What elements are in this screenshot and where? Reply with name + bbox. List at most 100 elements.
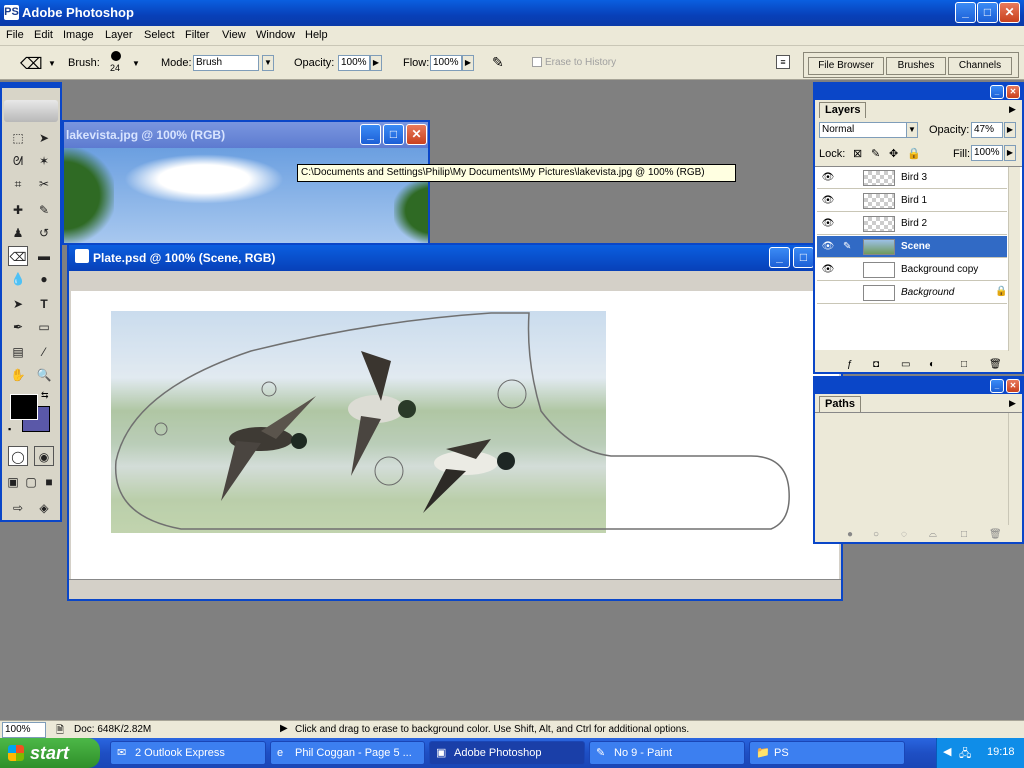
hand-tool-icon[interactable]: ✋	[8, 365, 28, 385]
mode-select[interactable]: Brush	[193, 55, 259, 71]
task-phil-coggan-page[interactable]: e Phil Coggan - Page 5 ...	[270, 741, 425, 765]
flow-input[interactable]: 100%	[430, 55, 462, 71]
imageready-icon[interactable]: ◈	[34, 498, 54, 518]
pen-tool-icon[interactable]: ✒	[8, 317, 28, 337]
blend-mode-dropdown-icon[interactable]: ▼	[906, 122, 918, 138]
layers-menu-arrow-icon[interactable]: ▶	[1009, 104, 1016, 115]
plate-canvas[interactable]	[71, 291, 839, 579]
visibility-eye-icon[interactable]: 👁	[821, 195, 835, 207]
layer-row-background[interactable]: Background 🔒	[817, 282, 1007, 304]
marquee-tool-icon[interactable]: ⬚	[8, 128, 28, 148]
layer-row-scene[interactable]: 👁 ✎ Scene	[817, 236, 1007, 258]
info-arrow-icon[interactable]: ▶	[280, 723, 288, 734]
screen-mode-standard-icon[interactable]: ▣	[4, 472, 22, 492]
path-selection-tool-icon[interactable]: ➤	[8, 294, 28, 314]
menu-filter[interactable]: Filter	[185, 29, 209, 41]
healing-brush-tool-icon[interactable]: ✚	[8, 200, 28, 220]
layer-style-icon[interactable]: ƒ	[847, 359, 853, 370]
paths-scrollbar[interactable]	[1008, 413, 1020, 525]
fill-arrow-icon[interactable]: ▶	[1004, 145, 1016, 161]
task-outlook-express[interactable]: ✉ 2 Outlook Express	[110, 741, 266, 765]
lasso-tool-icon[interactable]: ᘛ	[8, 151, 28, 171]
menu-window[interactable]: Window	[256, 29, 295, 41]
eraser-tool-button-icon[interactable]: ⌫	[8, 246, 28, 266]
new-set-icon[interactable]: ▭	[901, 359, 910, 370]
mode-dropdown-icon[interactable]: ▼	[262, 55, 274, 71]
move-tool-icon[interactable]: ➤	[34, 128, 54, 148]
gradient-tool-icon[interactable]: ▬	[34, 246, 54, 266]
layer-row-bird-2[interactable]: 👁 Bird 2	[817, 213, 1007, 235]
history-brush-tool-icon[interactable]: ↺	[34, 223, 54, 243]
layer-row-bird-1[interactable]: 👁 Bird 1	[817, 190, 1007, 212]
menu-file[interactable]: File	[6, 29, 24, 41]
minimize-button[interactable]: _	[955, 2, 976, 23]
menu-select[interactable]: Select	[144, 29, 175, 41]
plate-scrollbar-area[interactable]	[69, 579, 841, 599]
swap-colors-icon[interactable]: ⇆	[41, 390, 49, 401]
eyedropper-tool-icon[interactable]: ⁄	[34, 342, 54, 362]
foreground-color-swatch[interactable]	[10, 394, 38, 420]
lakevista-canvas[interactable]	[64, 148, 428, 243]
paths-menu-arrow-icon[interactable]: ▶	[1009, 398, 1016, 409]
notes-tool-icon[interactable]: ▤	[8, 342, 28, 362]
visibility-eye-icon[interactable]: 👁	[821, 241, 835, 253]
make-work-path-icon[interactable]: ⌓	[929, 529, 937, 540]
layer-row-background-copy[interactable]: 👁 Background copy	[817, 259, 1007, 281]
paths-close-button[interactable]: ✕	[1006, 379, 1020, 393]
menu-edit[interactable]: Edit	[34, 29, 53, 41]
lock-transparency-icon[interactable]: ⊠	[853, 147, 862, 160]
layers-minimize-button[interactable]: _	[990, 85, 1004, 99]
network-icon[interactable]: 🖧	[959, 745, 971, 764]
zoom-input[interactable]: 100%	[2, 722, 46, 738]
visibility-eye-icon[interactable]: 👁	[821, 264, 835, 276]
delete-path-icon[interactable]: 🗑	[989, 529, 1002, 540]
menu-view[interactable]: View	[222, 29, 246, 41]
tool-preset-chevron-icon[interactable]: ▼	[48, 59, 56, 68]
type-tool-icon[interactable]: T	[34, 294, 54, 314]
standard-mode-icon[interactable]: ◯	[8, 446, 28, 466]
lock-position-icon[interactable]: ✥	[889, 147, 898, 160]
tray-expand-icon[interactable]: ◀	[943, 745, 951, 758]
load-selection-icon[interactable]: ◌	[901, 529, 907, 540]
tab-layers[interactable]: Layers	[819, 102, 867, 118]
menu-layer[interactable]: Layer	[105, 29, 133, 41]
task-adobe-photoshop[interactable]: ▣ Adobe Photoshop	[429, 741, 585, 765]
stroke-path-icon[interactable]: ○	[873, 529, 879, 540]
flow-slider-arrow-icon[interactable]: ▶	[462, 55, 474, 71]
fill-path-icon[interactable]: ●	[847, 529, 853, 540]
screen-mode-menubar-icon[interactable]: ▢	[22, 472, 40, 492]
lakevista-maximize-button[interactable]: □	[383, 124, 404, 145]
slice-tool-icon[interactable]: ✂	[34, 174, 54, 194]
clone-stamp-tool-icon[interactable]: ♟	[8, 223, 28, 243]
lakevista-minimize-button[interactable]: _	[360, 124, 381, 145]
layer-opacity-input[interactable]: 47%	[971, 122, 1003, 138]
layers-scrollbar[interactable]	[1008, 167, 1020, 351]
lakevista-close-button[interactable]: ✕	[406, 124, 427, 145]
brush-picker-chevron-icon[interactable]: ▼	[132, 59, 140, 68]
fill-input[interactable]: 100%	[971, 145, 1003, 161]
magic-wand-tool-icon[interactable]: ✶	[34, 151, 54, 171]
task-paint[interactable]: ✎ No 9 - Paint	[589, 741, 745, 765]
new-layer-icon[interactable]: □	[961, 359, 967, 370]
layer-row-bird-3[interactable]: 👁 Bird 3	[817, 167, 1007, 189]
plate-maximize-button[interactable]: □	[793, 247, 814, 268]
brush-tool-icon[interactable]: ✎	[34, 200, 54, 220]
menu-help[interactable]: Help	[305, 29, 328, 41]
task-ps-folder[interactable]: 📁 PS	[749, 741, 905, 765]
layers-close-button[interactable]: ✕	[1006, 85, 1020, 99]
delete-layer-icon[interactable]: 🗑	[989, 359, 1002, 370]
layer-opacity-arrow-icon[interactable]: ▶	[1004, 122, 1016, 138]
opacity-input[interactable]: 100%	[338, 55, 370, 71]
visibility-eye-icon[interactable]: 👁	[821, 218, 835, 230]
lock-all-icon[interactable]: 🔒	[907, 147, 921, 160]
plate-minimize-button[interactable]: _	[769, 247, 790, 268]
shape-tool-icon[interactable]: ▭	[34, 317, 54, 337]
default-colors-icon[interactable]: ▪	[8, 424, 11, 434]
lock-image-icon[interactable]: ✎	[871, 147, 880, 160]
adjustment-layer-icon[interactable]: ◐	[929, 359, 935, 370]
paths-minimize-button[interactable]: _	[990, 379, 1004, 393]
well-tab-file-browser[interactable]: File Browser	[808, 57, 884, 75]
well-tab-channels[interactable]: Channels	[948, 57, 1012, 75]
maximize-button[interactable]: □	[977, 2, 998, 23]
well-tab-brushes[interactable]: Brushes	[886, 57, 946, 75]
